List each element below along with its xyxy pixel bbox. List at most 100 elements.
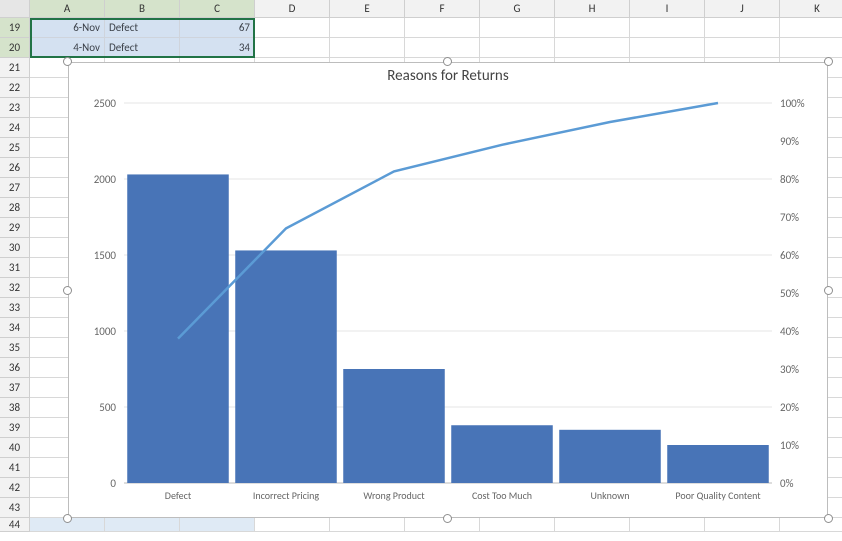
resize-handle-s[interactable] [443, 514, 452, 523]
svg-text:500: 500 [99, 401, 116, 414]
resize-handle-nw[interactable] [63, 57, 72, 66]
row-header-31[interactable]: 31 [0, 258, 30, 278]
resize-handle-se[interactable] [824, 514, 833, 523]
row-header-34[interactable]: 34 [0, 318, 30, 338]
cell-j20[interactable] [705, 38, 780, 58]
svg-text:20%: 20% [780, 401, 799, 414]
svg-text:0: 0 [110, 477, 116, 490]
cell[interactable] [630, 518, 705, 532]
row-header-36[interactable]: 36 [0, 358, 30, 378]
cell-d20[interactable] [255, 38, 330, 58]
column-header-c[interactable]: C [180, 0, 255, 18]
column-header-i[interactable]: I [630, 0, 705, 18]
row-header-29[interactable]: 29 [0, 218, 30, 238]
svg-text:Wrong Product: Wrong Product [363, 489, 425, 502]
column-header-a[interactable]: A [30, 0, 105, 18]
cell-b19[interactable]: Defect [105, 18, 180, 38]
row-header-33[interactable]: 33 [0, 298, 30, 318]
cell[interactable] [480, 518, 555, 532]
cell-a19[interactable]: 6-Nov [30, 18, 105, 38]
cell[interactable] [330, 518, 405, 532]
cell-d19[interactable] [255, 18, 330, 38]
cell-f19[interactable] [405, 18, 480, 38]
row-header-43[interactable]: 43 [0, 498, 30, 518]
column-header-j[interactable]: J [705, 0, 780, 18]
svg-text:90%: 90% [780, 135, 799, 148]
column-header-h[interactable]: H [555, 0, 630, 18]
row-header-20[interactable]: 20 [0, 38, 30, 58]
cell[interactable] [255, 518, 330, 532]
column-header-f[interactable]: F [405, 0, 480, 18]
cell-a20[interactable]: 4-Nov [30, 38, 105, 58]
svg-text:70%: 70% [780, 211, 799, 224]
resize-handle-ne[interactable] [824, 57, 833, 66]
cell-e19[interactable] [330, 18, 405, 38]
svg-text:Poor Quality Content: Poor Quality Content [675, 489, 761, 502]
svg-text:2000: 2000 [94, 173, 117, 186]
cell-j19[interactable] [705, 18, 780, 38]
cell-k20[interactable] [780, 38, 842, 58]
cell-g20[interactable] [480, 38, 555, 58]
svg-text:60%: 60% [780, 249, 799, 262]
svg-text:1000: 1000 [94, 325, 117, 338]
row-header-26[interactable]: 26 [0, 158, 30, 178]
row-header-27[interactable]: 27 [0, 178, 30, 198]
row-header-19[interactable]: 19 [0, 18, 30, 38]
row-header-24[interactable]: 24 [0, 118, 30, 138]
row-header-41[interactable]: 41 [0, 458, 30, 478]
row-header-35[interactable]: 35 [0, 338, 30, 358]
row-header-42[interactable]: 42 [0, 478, 30, 498]
row-header-37[interactable]: 37 [0, 378, 30, 398]
row-header-23[interactable]: 23 [0, 98, 30, 118]
svg-text:Defect: Defect [165, 489, 192, 502]
cell-g19[interactable] [480, 18, 555, 38]
column-header-b[interactable]: B [105, 0, 180, 18]
row-header-44[interactable]: 44 [0, 518, 30, 532]
row-header-39[interactable]: 39 [0, 418, 30, 438]
row-header-21[interactable]: 21 [0, 58, 30, 78]
row-header-32[interactable]: 32 [0, 278, 30, 298]
row-header-25[interactable]: 25 [0, 138, 30, 158]
column-header-e[interactable]: E [330, 0, 405, 18]
cell-c20[interactable]: 34 [180, 38, 255, 58]
row-header-40[interactable]: 40 [0, 438, 30, 458]
svg-text:0%: 0% [780, 477, 794, 490]
cell-b44[interactable]: Poor Quality Conte [105, 518, 180, 532]
cell-h20[interactable] [555, 38, 630, 58]
cell-f20[interactable] [405, 38, 480, 58]
cell-e20[interactable] [330, 38, 405, 58]
cell-b20[interactable]: Defect [105, 38, 180, 58]
column-header-d[interactable]: D [255, 0, 330, 18]
column-header-k[interactable]: K [780, 0, 842, 18]
svg-text:80%: 80% [780, 173, 799, 186]
cell-c44[interactable]: 20 [180, 518, 255, 532]
svg-text:50%: 50% [780, 287, 799, 300]
row-header-22[interactable]: 22 [0, 78, 30, 98]
cell-i19[interactable] [630, 18, 705, 38]
chart-plot-area[interactable]: 050010001500200025000%10%20%30%40%50%60%… [69, 93, 827, 517]
resize-handle-w[interactable] [63, 286, 72, 295]
chart-object[interactable]: Reasons for Returns 05001000150020002500… [68, 62, 828, 518]
svg-text:2500: 2500 [94, 97, 117, 110]
cell-i20[interactable] [630, 38, 705, 58]
column-header-g[interactable]: G [480, 0, 555, 18]
svg-text:Unknown: Unknown [590, 489, 629, 502]
cell[interactable] [705, 518, 780, 532]
svg-text:Incorrect Pricing: Incorrect Pricing [253, 489, 320, 502]
select-all-corner[interactable] [0, 0, 30, 18]
svg-text:30%: 30% [780, 363, 799, 376]
resize-handle-sw[interactable] [63, 514, 72, 523]
row-header-30[interactable]: 30 [0, 238, 30, 258]
resize-handle-n[interactable] [443, 57, 452, 66]
svg-text:40%: 40% [780, 325, 799, 338]
row-header-28[interactable]: 28 [0, 198, 30, 218]
cell-k19[interactable] [780, 18, 842, 38]
resize-handle-e[interactable] [824, 286, 833, 295]
cell-h19[interactable] [555, 18, 630, 38]
svg-text:100%: 100% [780, 97, 805, 110]
cell-c19[interactable]: 67 [180, 18, 255, 38]
column-headers: A B C D E F G H I J K [0, 0, 842, 18]
svg-text:1500: 1500 [94, 249, 117, 262]
row-header-38[interactable]: 38 [0, 398, 30, 418]
cell[interactable] [555, 518, 630, 532]
